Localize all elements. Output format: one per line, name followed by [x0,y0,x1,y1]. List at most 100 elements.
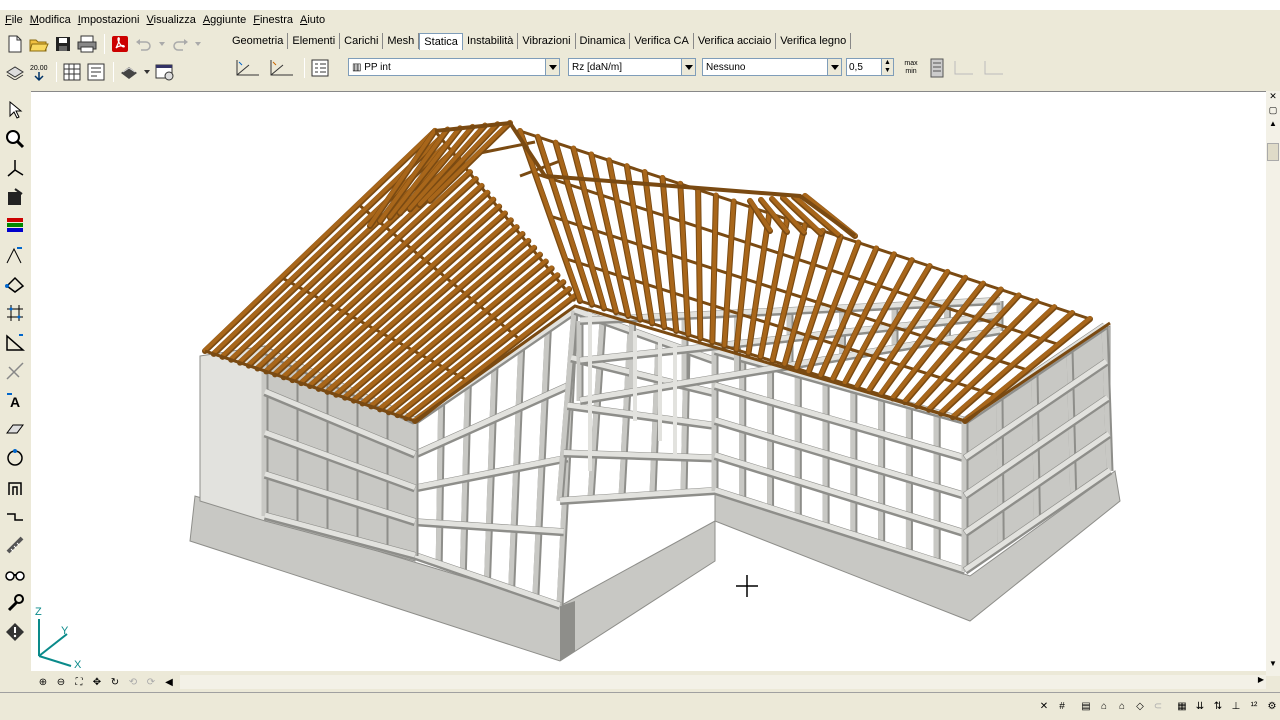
wrench-icon[interactable] [3,591,27,614]
node-edit-icon[interactable] [3,185,27,208]
tab-instabilita[interactable]: Instabilità [463,33,519,49]
page-icon[interactable]: ▤ [1078,698,1094,714]
connector-icon[interactable] [3,504,27,527]
display-mode-select[interactable]: Nessuno [702,58,842,76]
chevron-down-icon[interactable] [545,59,559,75]
dimension-icon[interactable] [3,243,27,266]
tab-verifica-legno[interactable]: Verifica legno [776,33,852,49]
rotate-view-icon[interactable]: ↻ [107,674,123,690]
menu-aiuto[interactable]: Aiuto [299,14,331,26]
tab-carichi[interactable]: Carichi [340,33,384,49]
menu-impostazioni[interactable]: Impostazioni [77,14,146,26]
menu-finestra[interactable]: Finestra [252,14,299,26]
loads-icon[interactable]: ⇊ [1192,698,1208,714]
report-icon[interactable] [85,61,107,83]
extra-results-toolbar: max min [898,56,1010,80]
tab-dinamica[interactable]: Dinamica [576,33,631,49]
scale-stepper[interactable]: 0,5 ▲ ▼ [846,58,894,76]
scroll-left-icon[interactable]: ◀ [161,674,177,690]
tab-vibrazioni[interactable]: Vibrazioni [518,33,576,49]
diagram-disabled-2-icon[interactable] [980,57,1008,79]
horizontal-scrollbar[interactable]: ▶ [180,675,1266,689]
select-cursor-icon[interactable] [3,98,27,121]
tab-statica[interactable]: Statica [419,32,463,50]
next-view-icon[interactable]: ⟳ [143,674,159,690]
zoom-in-icon[interactable]: ⊕ [35,674,51,690]
result-type-select[interactable]: Rz [daN/m] [568,58,696,76]
scroll-up-icon[interactable]: ▲ [1266,119,1280,133]
print-icon[interactable] [76,33,98,55]
left-end-wall [199,345,266,522]
open-folder-icon[interactable] [28,33,50,55]
zoom-out-icon[interactable]: ⊖ [53,674,69,690]
table-icon[interactable] [61,61,83,83]
legend-icon[interactable] [309,57,331,79]
chevron-down-icon[interactable] [681,59,695,75]
pan-icon[interactable]: ✥ [89,674,105,690]
warning-icon[interactable] [3,620,27,643]
vertical-scrollbar[interactable]: ✕ ▢ ▲ ▼ [1266,91,1280,676]
restore-view-icon[interactable]: ▢ [1266,105,1280,119]
cross-section-icon[interactable] [3,359,27,382]
wire-view-icon[interactable]: ⌂ [1114,698,1130,714]
text-annotation-icon[interactable]: A [3,388,27,411]
delete-icon[interactable]: ✕ [1036,698,1052,714]
chevron-down-icon[interactable] [827,59,841,75]
menu-file[interactable]: File [4,14,29,26]
max-min-icon[interactable]: max min [898,57,924,79]
tab-verifica-acciaio[interactable]: Verifica acciaio [694,33,777,49]
axes-tool-icon[interactable] [3,156,27,179]
diagram-disabled-1-icon[interactable] [950,57,978,79]
render-window-icon[interactable] [154,61,176,83]
undo-icon[interactable] [133,33,155,55]
redo-dropdown-icon[interactable] [193,33,203,55]
model-viewport[interactable]: Z Y X [31,91,1266,671]
scale-factor-icon[interactable]: 20.00 [28,61,50,83]
tab-mesh[interactable]: Mesh [383,33,420,49]
load-case-select[interactable]: ▥ PP int [348,58,560,76]
previous-view-icon[interactable]: ⟲ [125,674,141,690]
values-list-icon[interactable] [926,57,948,79]
scroll-right-icon[interactable]: ▶ [1258,675,1264,684]
rotate-icon[interactable] [3,446,27,469]
redo-icon[interactable] [169,33,191,55]
node-view-icon[interactable]: ◇ [1132,698,1148,714]
table-view-icon[interactable]: ▦ [1174,698,1190,714]
vertical-scroll-thumb[interactable] [1267,143,1279,161]
supports-icon[interactable]: ⇅ [1210,698,1226,714]
beam-node-icon[interactable] [3,272,27,295]
diagram-local-icon[interactable] [232,57,264,79]
grid-nodes-icon[interactable] [3,301,27,324]
local-axes-icon[interactable]: ⊥ [1228,698,1244,714]
tab-elementi[interactable]: Elementi [288,33,341,49]
tab-verifica-ca[interactable]: Verifica CA [630,33,694,49]
slope-icon[interactable] [3,330,27,353]
link-view-icon[interactable]: ⊂ [1150,698,1166,714]
diagram-global-icon[interactable] [266,57,298,79]
plate-icon[interactable] [3,417,27,440]
binoculars-icon[interactable] [3,562,27,585]
menu-visualizza[interactable]: Visualizza [145,14,201,26]
solid-view-icon[interactable]: ⌂ [1096,698,1112,714]
tab-geometria[interactable]: Geometria [228,33,289,49]
numbering-icon[interactable]: ¹² [1246,698,1262,714]
undo-dropdown-icon[interactable] [157,33,167,55]
close-view-icon[interactable]: ✕ [1266,91,1280,105]
save-icon[interactable] [52,33,74,55]
scroll-down-icon[interactable]: ▼ [1266,659,1280,668]
zoom-extents-icon[interactable]: ⛶ [71,674,87,690]
measure-icon[interactable] [3,533,27,556]
view-dropdown-icon[interactable] [142,61,152,83]
zoom-icon[interactable] [3,127,27,150]
menu-aggiunte[interactable]: Aggiunte [202,14,252,26]
settings-icon[interactable]: ⚙ [1264,698,1280,714]
stepper-arrows-icon[interactable]: ▲ ▼ [881,59,893,75]
grid-snap-icon[interactable]: # [1054,698,1070,714]
frame-icon[interactable] [3,475,27,498]
color-scale-icon[interactable] [3,214,27,237]
layers-icon[interactable] [4,61,26,83]
view-3d-icon[interactable] [118,61,140,83]
pdf-export-icon[interactable] [109,33,131,55]
menu-modifica[interactable]: Modifica [29,14,77,26]
new-file-icon[interactable] [4,33,26,55]
